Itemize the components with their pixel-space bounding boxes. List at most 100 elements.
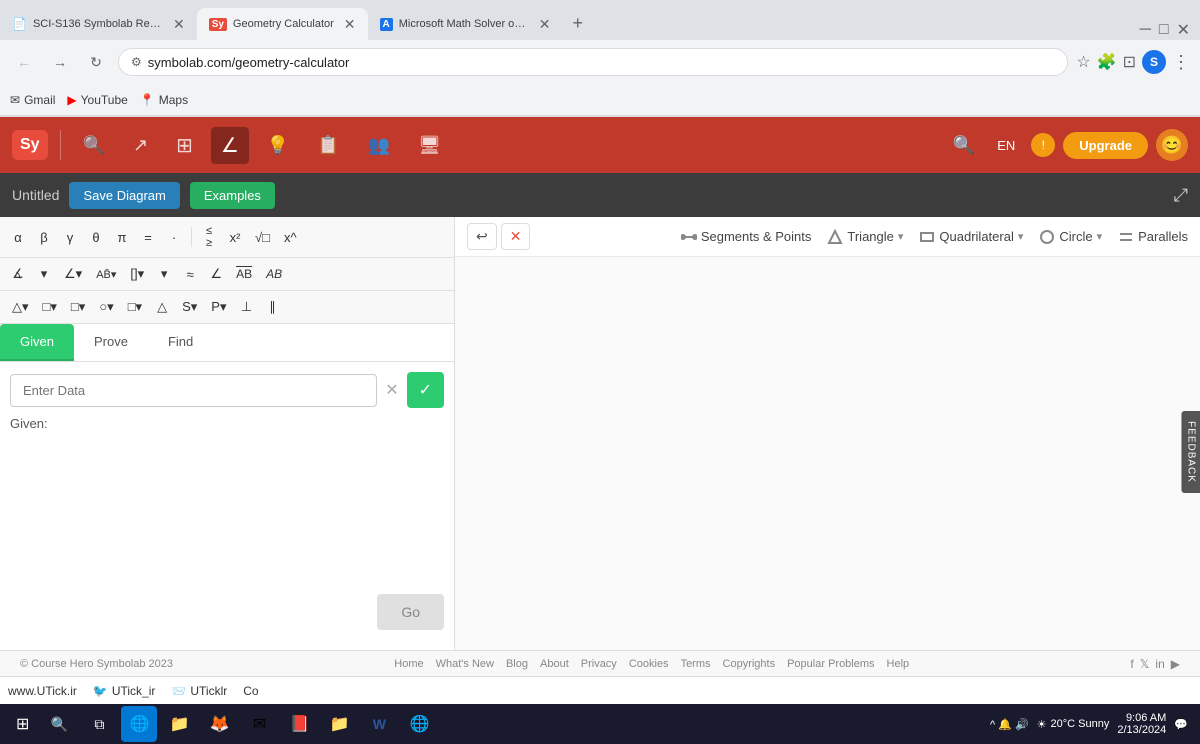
share-button[interactable]: ⤢ bbox=[1174, 185, 1188, 206]
twitter-icon[interactable]: 𝕏 bbox=[1140, 657, 1150, 671]
back-button[interactable]: ← bbox=[10, 48, 38, 76]
sym-sqrt[interactable]: √□ bbox=[249, 226, 276, 249]
taskbar-files[interactable]: 📁 bbox=[321, 706, 357, 742]
more-menu-icon[interactable]: ⋮ bbox=[1172, 52, 1190, 73]
sym-shape-arr[interactable]: □▾ bbox=[122, 295, 148, 319]
sym-perp[interactable]: ⊥ bbox=[235, 295, 259, 319]
sym-pi[interactable]: π bbox=[110, 226, 134, 249]
sym-p-arr[interactable]: P▾ bbox=[205, 295, 232, 319]
given-tab[interactable]: Given bbox=[0, 324, 74, 361]
bookmark-youtube[interactable]: ▶ YouTube bbox=[67, 93, 127, 107]
notes-tool-button[interactable]: 📋 bbox=[307, 129, 349, 162]
sym-xsq[interactable]: x² bbox=[223, 226, 247, 249]
triangle-tool[interactable]: Triangle ▾ bbox=[827, 229, 903, 245]
go-button[interactable]: Go bbox=[377, 594, 444, 630]
sym-circle-arr[interactable]: ○▾ bbox=[93, 295, 119, 319]
utick-co[interactable]: Co bbox=[243, 684, 258, 698]
tab-geometry[interactable]: Sy Geometry Calculator ✕ bbox=[197, 8, 368, 40]
tab-close-1[interactable]: ✕ bbox=[173, 16, 185, 33]
taskbar-mail[interactable]: ✉ bbox=[241, 706, 277, 742]
circle-tool[interactable]: Circle ▾ bbox=[1039, 229, 1102, 245]
sym-measured-angle[interactable]: ∡ bbox=[6, 262, 30, 286]
parallels-tool[interactable]: Parallels bbox=[1118, 229, 1188, 245]
sym-dot[interactable]: · bbox=[162, 226, 186, 249]
sym-bracket-arr[interactable]: []▾ bbox=[124, 262, 150, 286]
footer-terms[interactable]: Terms bbox=[681, 658, 711, 670]
sym-xpow[interactable]: x^ bbox=[278, 226, 303, 249]
geometry-tool-button[interactable]: ∠ bbox=[211, 127, 249, 164]
lightbulb-tool-button[interactable]: 💡 bbox=[257, 129, 299, 162]
maximize-icon[interactable]: □ bbox=[1159, 21, 1169, 39]
sym-dropdown-1[interactable]: ▾ bbox=[32, 262, 56, 286]
layout-icon[interactable]: ⊡ bbox=[1123, 52, 1136, 72]
bookmark-maps[interactable]: 📍 Maps bbox=[140, 93, 188, 107]
prove-tab[interactable]: Prove bbox=[74, 324, 148, 361]
quadrilateral-tool[interactable]: Quadrilateral ▾ bbox=[919, 229, 1023, 245]
sym-s-arr[interactable]: S▾ bbox=[176, 295, 203, 319]
grid-tool-button[interactable]: ⊞ bbox=[166, 127, 203, 164]
sym-angle2[interactable]: ∠ bbox=[204, 262, 228, 286]
footer-help[interactable]: Help bbox=[887, 658, 910, 670]
bookmark-gmail[interactable]: ✉ Gmail bbox=[10, 93, 55, 107]
language-button[interactable]: EN bbox=[989, 134, 1023, 157]
footer-blog[interactable]: Blog bbox=[506, 658, 528, 670]
tab-close-2[interactable]: ✕ bbox=[344, 16, 356, 33]
utick-twitter[interactable]: 🐦 UTick_ir bbox=[93, 684, 156, 698]
sym-tri-arr[interactable]: △▾ bbox=[6, 295, 35, 319]
footer-cookies[interactable]: Cookies bbox=[629, 658, 669, 670]
sym-leq[interactable]: ≤≥ bbox=[197, 221, 221, 253]
notification-center-icon[interactable]: 💬 bbox=[1174, 718, 1188, 731]
sym-seg-arr[interactable]: AB̄▾ bbox=[90, 264, 122, 285]
undo-button[interactable]: ↩ bbox=[467, 223, 497, 250]
sym-ab-italic[interactable]: AB bbox=[260, 263, 288, 285]
submit-input-button[interactable]: ✓ bbox=[407, 372, 444, 408]
address-bar[interactable]: ⚙ symbolab.com/geometry-calculator bbox=[118, 48, 1068, 76]
users-tool-button[interactable]: 👥 bbox=[358, 129, 400, 162]
graph-tool-button[interactable]: ↗ bbox=[123, 129, 158, 162]
taskbar-reddit[interactable]: 📕 bbox=[281, 706, 317, 742]
footer-privacy[interactable]: Privacy bbox=[581, 658, 617, 670]
taskbar-explorer[interactable]: 📁 bbox=[161, 706, 197, 742]
close-window-icon[interactable]: ✕ bbox=[1177, 20, 1190, 40]
quadrilateral-dropdown-icon[interactable]: ▾ bbox=[1018, 230, 1024, 243]
bookmark-star-icon[interactable]: ☆ bbox=[1076, 52, 1090, 72]
refresh-button[interactable]: ↻ bbox=[82, 48, 110, 76]
sym-dropdown-2[interactable]: ▾ bbox=[152, 262, 176, 286]
extensions-icon[interactable]: 🧩 bbox=[1097, 52, 1117, 72]
minimize-icon[interactable]: ─ bbox=[1140, 21, 1151, 39]
sym-equals[interactable]: = bbox=[136, 226, 160, 249]
clear-input-button[interactable]: ✕ bbox=[381, 376, 402, 404]
footer-home[interactable]: Home bbox=[394, 658, 423, 670]
footer-about[interactable]: About bbox=[540, 658, 569, 670]
sym-alpha[interactable]: α bbox=[6, 226, 30, 249]
sym-beta[interactable]: β bbox=[32, 226, 56, 249]
close-canvas-button[interactable]: ✕ bbox=[501, 223, 531, 250]
notification-button[interactable]: ! bbox=[1031, 133, 1055, 157]
sym-gamma[interactable]: γ bbox=[58, 226, 82, 249]
sym-angle-arr[interactable]: ∠▾ bbox=[58, 262, 88, 286]
user-avatar[interactable]: 😊 bbox=[1156, 129, 1188, 161]
triangle-dropdown-icon[interactable]: ▾ bbox=[898, 230, 904, 243]
header-search-button[interactable]: 🔍 bbox=[947, 129, 981, 162]
facebook-icon[interactable]: f bbox=[1130, 657, 1133, 671]
upgrade-button[interactable]: Upgrade bbox=[1063, 132, 1148, 159]
profile-button[interactable]: S bbox=[1142, 50, 1166, 74]
footer-popular[interactable]: Popular Problems bbox=[787, 658, 874, 670]
sym-ab-bar[interactable]: AB bbox=[230, 263, 258, 285]
sym-triangle[interactable]: △ bbox=[150, 295, 174, 319]
start-button[interactable]: ⊞ bbox=[8, 714, 37, 734]
taskbar-word[interactable]: W bbox=[361, 706, 397, 742]
footer-copyrights[interactable]: Copyrights bbox=[723, 658, 776, 670]
sym-approx[interactable]: ≈ bbox=[178, 263, 202, 286]
find-tab[interactable]: Find bbox=[148, 324, 213, 361]
search-tool-button[interactable]: 🔍 bbox=[73, 129, 115, 162]
drawing-canvas[interactable]: FEEDBACK bbox=[455, 257, 1200, 646]
new-tab-button[interactable]: + bbox=[563, 13, 594, 34]
tab-sci[interactable]: 📄 SCI-S136 Symbolab Review - G... ✕ bbox=[0, 8, 197, 40]
linkedin-icon[interactable]: in bbox=[1155, 657, 1164, 671]
youtube-social-icon[interactable]: ▶ bbox=[1171, 657, 1180, 671]
footer-whats-new[interactable]: What's New bbox=[436, 658, 494, 670]
data-input-field[interactable] bbox=[10, 374, 377, 407]
forward-button[interactable]: → bbox=[46, 48, 74, 76]
save-diagram-button[interactable]: Save Diagram bbox=[69, 182, 179, 209]
